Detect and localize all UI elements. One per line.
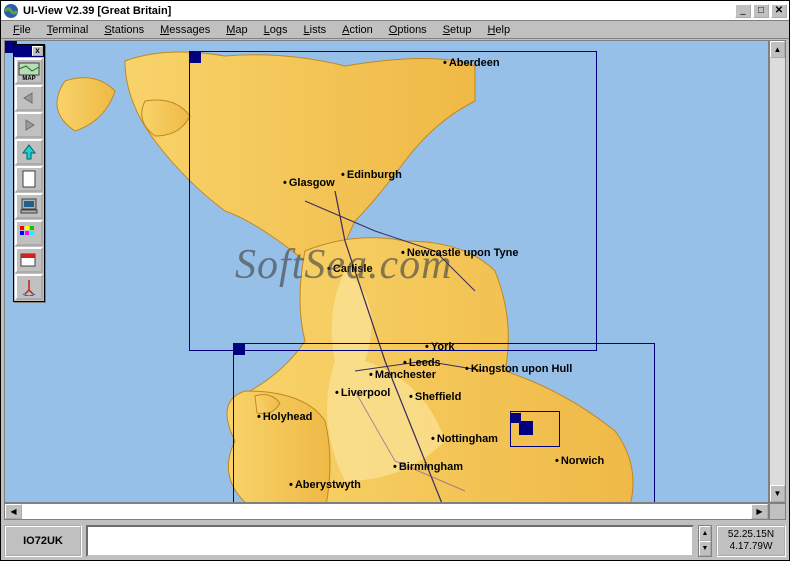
longitude: 4.17.79W [730,541,773,553]
color-palette-icon [19,225,39,241]
city-label: Kingston upon Hull [465,363,572,375]
stepper-down[interactable]: ▼ [699,541,711,556]
computer-button[interactable] [15,193,43,219]
selection-handle[interactable] [233,343,245,355]
city-label: Carlisle [327,263,373,275]
globe-icon [3,3,19,19]
window-title: UI-View V2.39 [Great Britain] [23,5,735,17]
menu-logs[interactable]: Logs [256,22,296,38]
red-folder-icon [19,252,39,268]
forward-button[interactable] [15,112,43,138]
up-button[interactable] [15,139,43,165]
scroll-up-button[interactable]: ▲ [770,41,785,58]
maximize-button[interactable]: □ [753,4,769,18]
menu-options[interactable]: Options [381,22,435,38]
city-label: Nottingham [431,433,498,445]
forward-arrow-icon [20,118,38,132]
menu-lists[interactable]: Lists [296,22,335,38]
back-button[interactable] [15,85,43,111]
menu-bar: File Terminal Stations Messages Map Logs… [1,21,789,39]
toolbox-titlebar[interactable]: x [14,45,44,57]
antenna-button[interactable] [15,274,43,300]
menu-file[interactable]: File [5,22,39,38]
city-label: Newcastle upon Tyne [401,247,519,259]
selection-handle[interactable] [189,51,201,63]
scrollbar-corner [769,503,786,520]
scroll-right-button[interactable]: ▶ [751,504,768,519]
svg-text:MAP: MAP [22,76,35,80]
city-label: Leeds [403,357,441,369]
toolbox-close-button[interactable]: x [32,46,43,56]
menu-help[interactable]: Help [479,22,518,38]
status-bar: IO72UK ▲ ▼ 52.25.15N 4.17.79W [4,525,786,557]
hscroll-track[interactable] [22,504,751,519]
palette-button[interactable] [15,220,43,246]
city-label: Glasgow [283,177,335,189]
vertical-scrollbar[interactable]: ▲ ▼ [769,40,786,503]
menu-stations[interactable]: Stations [96,22,152,38]
minimize-button[interactable]: _ [735,4,751,18]
coordinates-cell: 52.25.15N 4.17.79W [716,525,786,557]
city-label: Norwich [555,455,604,467]
folder-button[interactable] [15,247,43,273]
selection-rect-1[interactable] [189,51,597,351]
scroll-down-button[interactable]: ▼ [770,485,785,502]
city-label: Aberdeen [443,57,500,69]
window-buttons: _ □ ✕ [735,4,787,18]
menu-action[interactable]: Action [334,22,381,38]
menu-messages[interactable]: Messages [152,22,218,38]
main-area: Aberdeen Edinburgh Glasgow Newcastle upon T… [4,40,786,520]
title-bar: UI-View V2.39 [Great Britain] _ □ ✕ [1,1,789,21]
locator-cell: IO72UK [4,525,82,557]
blank-page-button[interactable] [15,166,43,192]
stepper-up[interactable]: ▲ [699,526,711,541]
city-label: York [425,341,455,353]
map-icon: MAP [18,62,40,80]
up-arrow-icon [21,143,37,161]
horizontal-scrollbar[interactable]: ◀ ▶ [4,503,769,520]
city-label: Aberystwyth [289,479,361,491]
message-stepper[interactable]: ▲ ▼ [698,525,712,557]
back-arrow-icon [20,91,38,105]
close-button[interactable]: ✕ [771,4,787,18]
toolbox-palette[interactable]: x MAP [13,44,45,302]
status-message [86,525,694,557]
computer-icon [19,197,39,215]
city-label: Sheffield [409,391,461,403]
latitude: 52.25.15N [728,529,774,541]
map-button[interactable]: MAP [15,58,43,84]
vscroll-track[interactable] [770,58,785,485]
city-label: Holyhead [257,411,312,423]
city-label: Liverpool [335,387,390,399]
menu-map[interactable]: Map [218,22,255,38]
selection-handle[interactable] [519,421,533,435]
blank-page-icon [21,170,37,188]
map-canvas[interactable]: Aberdeen Edinburgh Glasgow Newcastle upon T… [4,40,769,503]
city-label: Birmingham [393,461,463,473]
menu-terminal[interactable]: Terminal [39,22,97,38]
city-label: Manchester [369,369,436,381]
city-label: Edinburgh [341,169,402,181]
menu-setup[interactable]: Setup [435,22,480,38]
scroll-left-button[interactable]: ◀ [5,504,22,519]
antenna-icon [20,278,38,296]
